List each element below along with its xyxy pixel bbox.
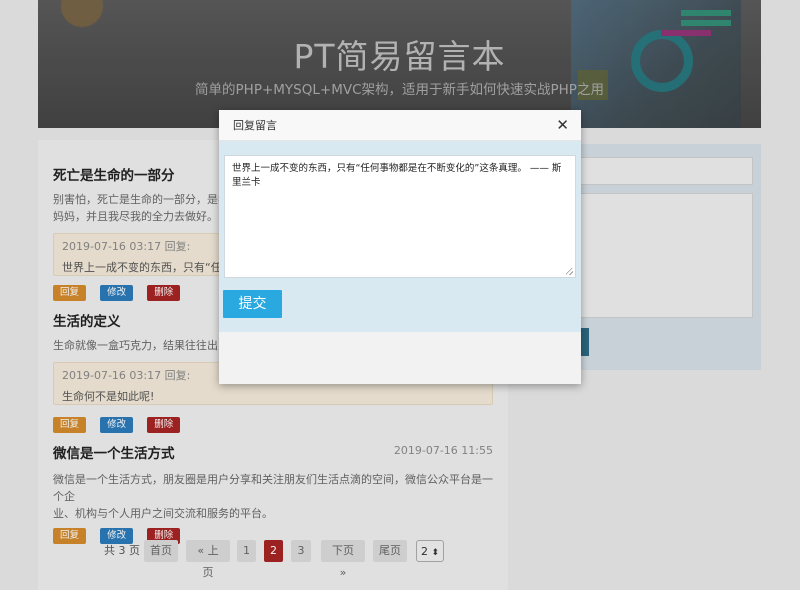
reply-modal: 回复留言 ✕ 世界上一成不变的东西，只有“任何事物都是在不断变化的”这条真理。 … [219,110,581,384]
modal-title: 回复留言 [233,119,277,132]
submit-button[interactable]: 提交 [223,290,282,318]
reply-textarea[interactable]: 世界上一成不变的东西，只有“任何事物都是在不断变化的”这条真理。 —— 斯里兰卡 [224,155,576,278]
resize-handle-icon[interactable] [566,268,573,275]
modal-header: 回复留言 ✕ [219,110,581,141]
modal-body: 世界上一成不变的东西，只有“任何事物都是在不断变化的”这条真理。 —— 斯里兰卡… [219,141,581,332]
reply-textarea-value: 世界上一成不变的东西，只有“任何事物都是在不断变化的”这条真理。 —— 斯里兰卡 [232,163,562,188]
close-icon[interactable]: ✕ [556,110,569,141]
